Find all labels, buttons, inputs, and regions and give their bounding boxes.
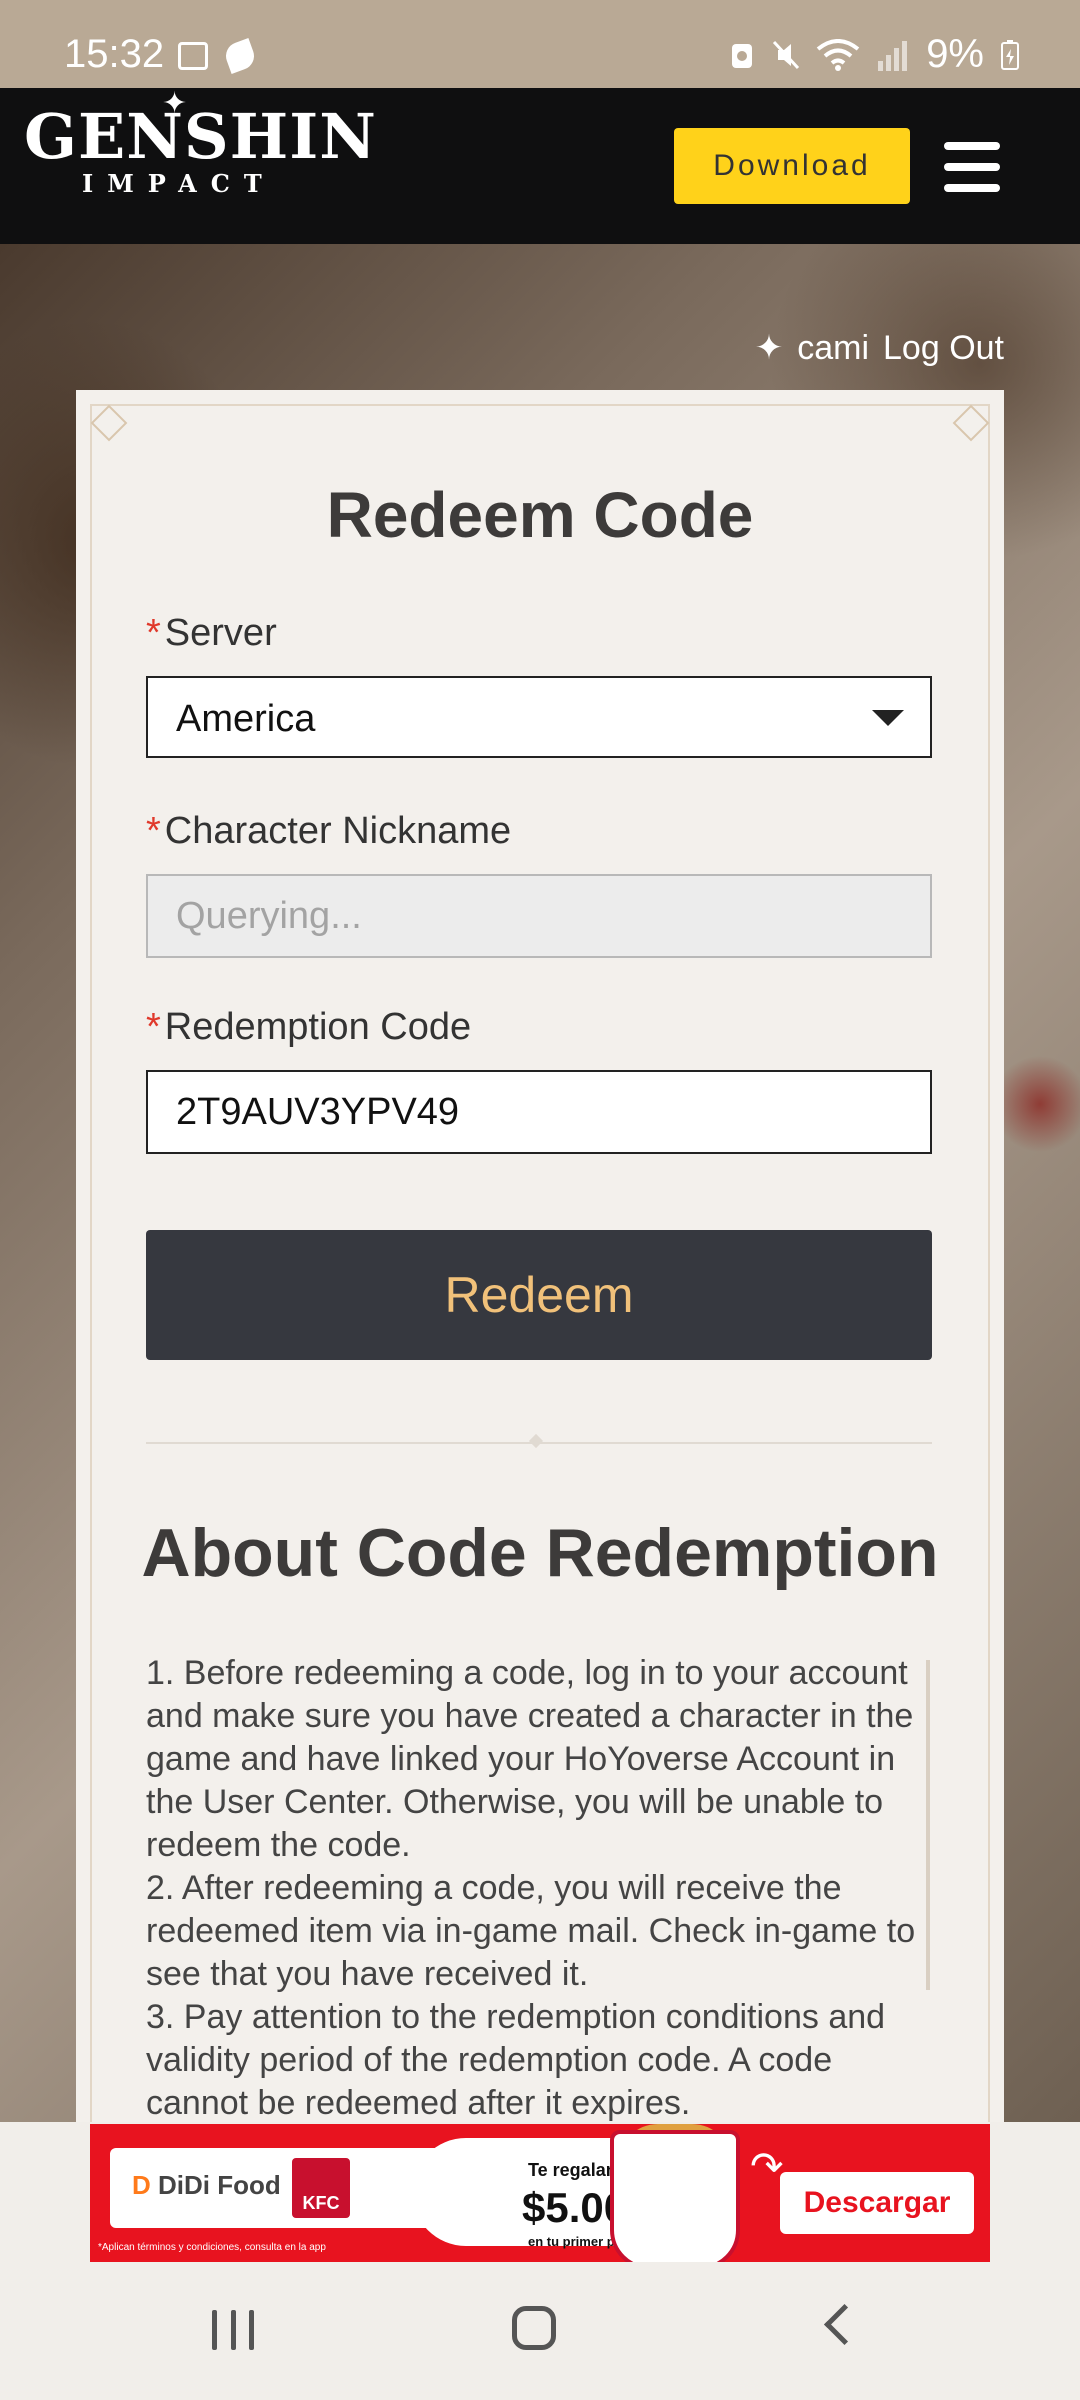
download-button[interactable]: Download (674, 128, 910, 204)
gallery-icon (178, 42, 208, 70)
hamburger-menu-icon[interactable] (944, 142, 1000, 192)
server-label: * Server (146, 612, 277, 654)
back-icon[interactable] (823, 2303, 866, 2346)
didi-food-logo: D DiDi Food (132, 2170, 281, 2200)
logo-sub-text: IMPACT (82, 169, 276, 198)
mute-icon (773, 40, 800, 69)
leaf-icon (222, 38, 258, 74)
user-bar: ✦ cami Log Out (755, 328, 1004, 368)
required-mark: * (146, 810, 161, 852)
ad-fine-print: *Aplican términos y condiciones, consult… (98, 2242, 326, 2253)
server-select-value: America (176, 698, 316, 740)
status-icons: 9% (728, 32, 1020, 77)
about-text[interactable]: 1. Before redeeming a code, log in to yo… (146, 1652, 936, 2122)
logo-main-text: GENSHIN (24, 100, 377, 173)
about-item: 2. After redeeming a code, you will rece… (146, 1869, 916, 1993)
chevron-down-icon (872, 710, 904, 726)
corner-ornament-icon (90, 404, 128, 442)
wifi-icon (816, 38, 860, 71)
battery-percent: 9% (926, 32, 984, 76)
required-mark: * (146, 612, 161, 654)
status-bar: 15:32 9% (0, 0, 1080, 88)
genshin-logo[interactable]: ✦ GENSHIN IMPACT (24, 87, 377, 198)
corner-ornament-icon (952, 404, 990, 442)
logout-link[interactable]: Log Out (883, 329, 1004, 368)
about-item: 3. Pay attention to the redemption condi… (146, 1998, 886, 2122)
about-title: About Code Redemption (141, 1515, 939, 1591)
redeem-button[interactable]: Redeem (146, 1230, 932, 1360)
code-label: * Redemption Code (146, 1006, 472, 1048)
nickname-field (146, 874, 932, 958)
about-item: 1. Before redeeming a code, log in to yo… (146, 1654, 914, 1864)
system-nav-bar (0, 2262, 1080, 2400)
kfc-logo: KFC (292, 2158, 350, 2218)
ad-banner[interactable]: D DiDi Food KFC Te regalamos $5.000 en t… (90, 2124, 990, 2262)
kfc-bucket-image (610, 2130, 740, 2262)
server-select[interactable]: America (146, 676, 932, 758)
logo-star-icon: ✦ (162, 87, 188, 120)
redeem-card: Redeem Code * Server America * Character N… (76, 390, 1004, 2130)
required-mark: * (146, 1006, 161, 1048)
about-scrollbar[interactable] (926, 1660, 930, 1990)
sparkle-icon: ✦ (754, 329, 784, 367)
home-icon[interactable] (512, 2306, 556, 2350)
status-time: 15:32 (64, 32, 165, 76)
battery-icon (1001, 39, 1019, 70)
recent-apps-icon[interactable] (212, 2310, 254, 2350)
redemption-code-input[interactable] (146, 1070, 932, 1154)
ad-download-button[interactable]: Descargar (780, 2172, 974, 2234)
curved-arrow-icon: ↷ (750, 2145, 784, 2189)
ad-brands: D DiDi Food KFC (110, 2148, 440, 2228)
page-title: Redeem Code (326, 479, 754, 551)
battery-saver-icon (732, 43, 753, 68)
nickname-label: * Character Nickname (146, 810, 512, 852)
user-name: cami (797, 328, 870, 367)
signal-icon (878, 40, 908, 71)
